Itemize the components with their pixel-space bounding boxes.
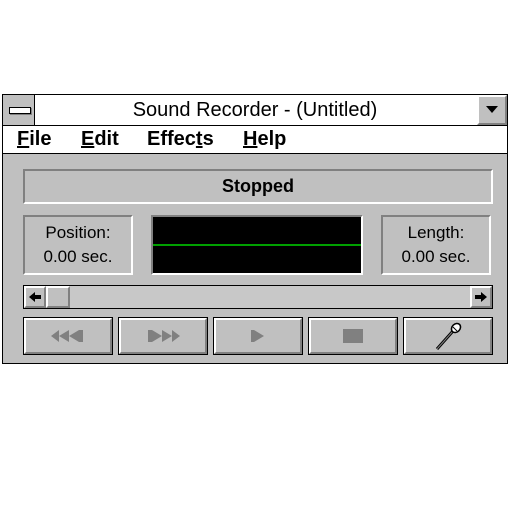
sound-recorder-window: Sound Recorder - (Untitled) File Edit Ef…: [2, 94, 508, 364]
menu-edit[interactable]: Edit: [81, 126, 119, 153]
position-label: Position:: [45, 223, 111, 242]
length-value: 0.00 sec.: [401, 247, 471, 266]
play-button[interactable]: [213, 317, 303, 355]
scroll-left-button[interactable]: [24, 286, 46, 308]
length-panel: Length: 0.00 sec.: [381, 215, 491, 275]
menu-file-label: File: [17, 128, 52, 150]
title-bar[interactable]: Sound Recorder - (Untitled): [3, 95, 507, 126]
position-panel: Position: 0.00 sec.: [23, 215, 133, 275]
status-text: Stopped: [222, 176, 294, 196]
rewind-button[interactable]: [23, 317, 113, 355]
waveform-display: [151, 215, 363, 275]
down-arrow-icon: [486, 106, 498, 113]
system-menu-button[interactable]: [3, 95, 35, 125]
rewind-icon: [51, 330, 83, 342]
menu-help[interactable]: Help: [243, 126, 286, 153]
stop-icon: [343, 329, 363, 343]
menu-file[interactable]: File: [17, 126, 51, 153]
menu-help-label: Help: [243, 128, 287, 150]
menu-effects-label: Effects: [147, 128, 214, 150]
scroll-right-button[interactable]: [470, 286, 492, 308]
menu-effects[interactable]: Effects: [147, 126, 214, 153]
minimize-button[interactable]: [477, 95, 507, 125]
play-icon: [251, 330, 264, 342]
waveform-line: [153, 244, 361, 246]
microphone-icon: [435, 322, 462, 350]
window-title: Sound Recorder - (Untitled): [132, 99, 378, 121]
stop-button[interactable]: [308, 317, 398, 355]
scroll-track[interactable]: [46, 286, 470, 308]
record-button[interactable]: [403, 317, 493, 355]
position-scrollbar[interactable]: [23, 285, 493, 309]
fast-forward-icon: [148, 330, 180, 342]
position-value: 0.00 sec.: [43, 247, 113, 266]
menu-bar: File Edit Effects Help: [3, 126, 507, 154]
system-menu-icon: [9, 107, 31, 114]
menu-edit-label: Edit: [81, 128, 119, 150]
length-label: Length:: [407, 223, 465, 242]
left-arrow-icon: [29, 292, 41, 302]
status-panel: Stopped: [23, 169, 493, 204]
scroll-thumb[interactable]: [46, 286, 70, 308]
right-arrow-icon: [475, 292, 487, 302]
fast-forward-button[interactable]: [118, 317, 208, 355]
